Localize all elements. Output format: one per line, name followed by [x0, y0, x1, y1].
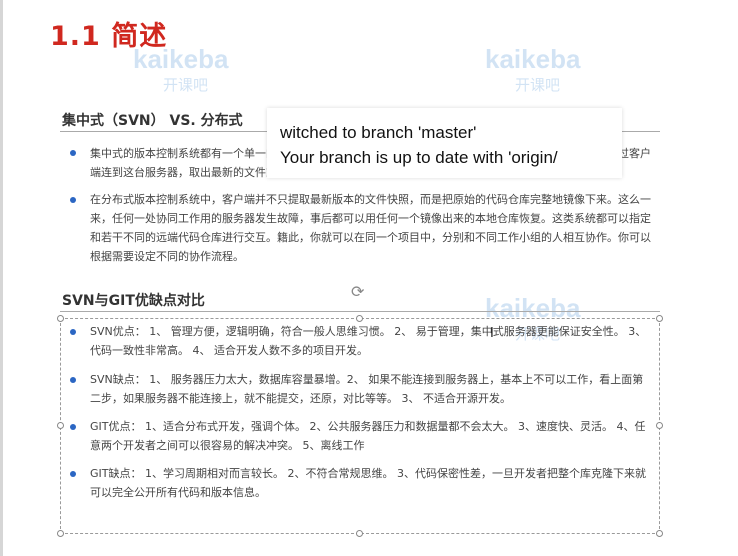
resize-handle-top-right[interactable] [656, 315, 663, 322]
watermark-logo: kaikeba 开课吧 [485, 44, 615, 96]
watermark-subtext: 开课吧 [515, 76, 561, 94]
resize-handle-bottom[interactable] [356, 530, 363, 537]
text-box-selection[interactable] [60, 318, 660, 534]
watermark-logo: kaikeba 开课吧 [133, 44, 263, 96]
resize-handle-bottom-right[interactable] [656, 530, 663, 537]
paragraph-distributed: 在分布式版本控制系统中，客户端并不只提取最新版本的文件快照，而是把原始的代码仓库… [90, 193, 651, 263]
watermark-text: kaikeba [133, 44, 229, 74]
tooltip-line-2: Your branch is up to date with 'origin/ [280, 148, 558, 167]
text-cursor-icon: I [490, 326, 494, 341]
tooltip-line-1: witched to branch 'master' [280, 123, 477, 142]
git-output-tooltip: witched to branch 'master' Your branch i… [267, 108, 622, 178]
rotate-handle-icon[interactable]: ⟳ [351, 284, 367, 300]
watermark-subtext: 开课吧 [163, 76, 209, 94]
resize-handle-top-left[interactable] [57, 315, 64, 322]
resize-handle-left[interactable] [57, 422, 64, 429]
slide-left-border [0, 0, 3, 556]
bullet-icon [70, 197, 76, 203]
resize-handle-bottom-left[interactable] [57, 530, 64, 537]
watermark-text: kaikeba [485, 44, 581, 74]
bullet-icon [70, 150, 76, 156]
section-header-svn-vs-distributed: 集中式（SVN） VS. 分布式 [62, 113, 243, 129]
resize-handle-right[interactable] [656, 422, 663, 429]
resize-handle-top[interactable] [356, 315, 363, 322]
section-divider [60, 311, 660, 312]
section-header-svn-git-comparison: SVN与GIT优缺点对比 [62, 293, 205, 309]
